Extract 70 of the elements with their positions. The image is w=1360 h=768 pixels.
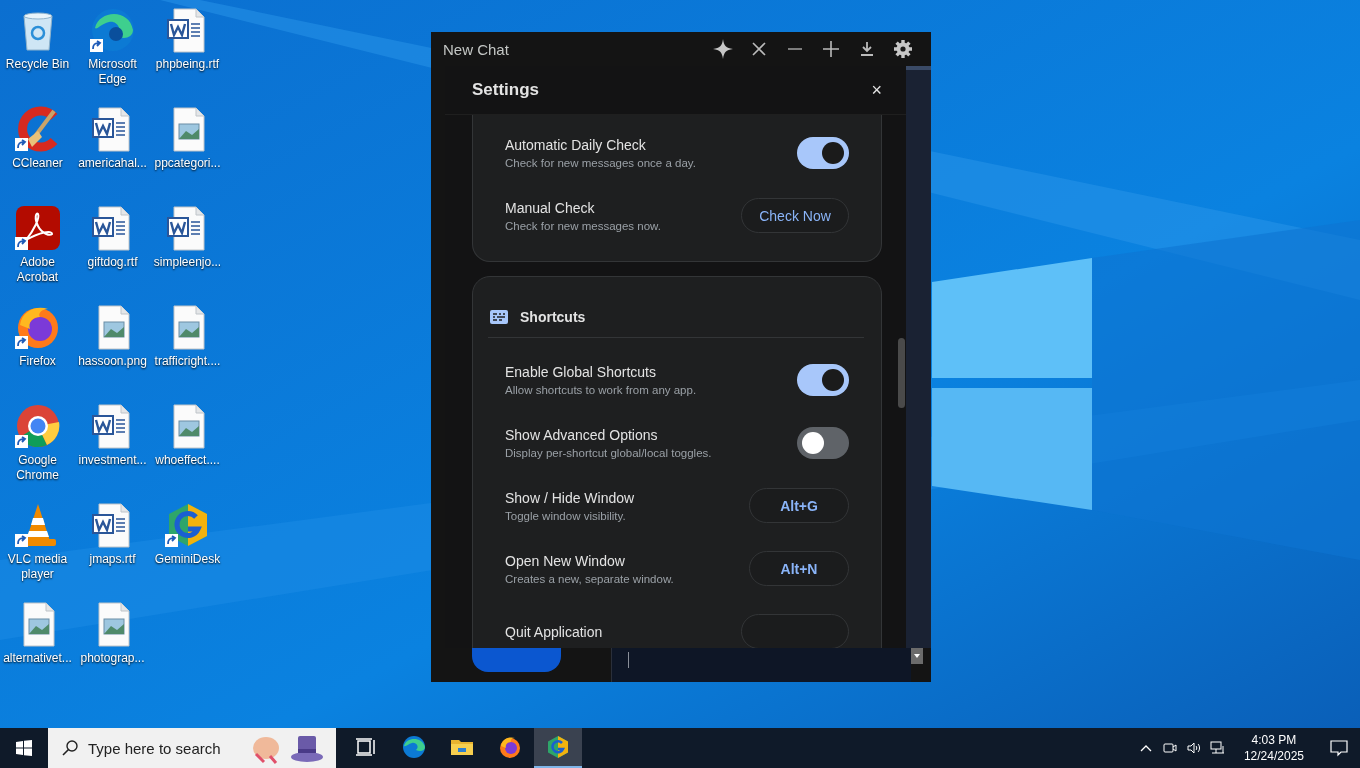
clock-time: 4:03 PM (1251, 732, 1297, 748)
speaker-icon[interactable] (1185, 740, 1202, 756)
section-title: Shortcuts (520, 309, 586, 325)
settings-icon[interactable] (893, 39, 913, 59)
setting-title: Automatic Daily Check (505, 136, 647, 153)
setting-description: Allow shortcuts to work from any app. (505, 383, 697, 396)
search-field[interactable]: Type here to search (48, 728, 336, 768)
setting-description: Creates a new, separate window. (505, 572, 674, 585)
clock[interactable]: 4:03 PM 12/24/2025 (1243, 732, 1304, 764)
icon-label: alternativet... (2, 651, 73, 666)
keyboard-icon (490, 310, 508, 324)
camera-icon[interactable] (1161, 740, 1178, 756)
window-title: New Chat (443, 40, 509, 58)
network-icon[interactable] (1209, 740, 1226, 756)
sparkle-icon[interactable] (713, 39, 733, 59)
check-now-button[interactable]: Check Now (741, 198, 849, 233)
chrome-icon[interactable] (13, 402, 62, 450)
edge-icon[interactable] (88, 6, 137, 54)
icon-label: giftdog.rtf (86, 255, 139, 270)
icon-label: VLC media player (6, 552, 69, 582)
setting-title: Show / Hide Window (505, 489, 635, 506)
plus-icon[interactable] (821, 39, 841, 59)
toggle-switch[interactable] (797, 136, 849, 169)
toggle-switch[interactable] (797, 426, 849, 459)
search-icon (62, 740, 78, 756)
icon-label: simpleenjo... (152, 255, 223, 270)
message-input[interactable] (611, 648, 911, 682)
setting-description: Toggle window visibility. (505, 509, 627, 522)
setting-title: Open New Window (505, 552, 626, 569)
icon-label: Adobe Acrobat (15, 255, 60, 285)
setting-description: Check for new messages once a day. (505, 156, 696, 169)
icon-label: Microsoft Edge (87, 57, 138, 87)
icon-label: whoeffect.... (154, 453, 221, 468)
setting-description: Display per-shortcut global/local toggles. (505, 446, 712, 459)
close-button[interactable]: × (867, 79, 886, 101)
shortcut-button[interactable]: Alt+G (749, 488, 849, 523)
icon-label: jmaps.rtf (88, 552, 137, 567)
action-button[interactable] (472, 648, 561, 672)
icon-label: GeminiDesk (153, 552, 222, 567)
windows-start-icon[interactable] (16, 740, 32, 756)
scrollbar-thumb[interactable] (898, 338, 905, 408)
settings-title: Settings (472, 80, 540, 100)
icon-label: hassoon.png (77, 354, 148, 369)
toggle-switch[interactable] (797, 363, 849, 396)
icon-label: Google Chrome (15, 453, 60, 483)
setting-title: Enable Global Shortcuts (505, 363, 657, 380)
setting-title: Manual Check (505, 199, 596, 216)
icon-label: trafficright.... (153, 354, 222, 369)
scroll-down-icon[interactable] (911, 648, 923, 664)
icon-label: Firefox (18, 354, 57, 369)
clock-date: 12/24/2025 (1243, 748, 1304, 764)
setting-title: Show Advanced Options (505, 426, 659, 443)
icon-label: phpbeing.rtf (154, 57, 221, 72)
notification-icon[interactable] (1330, 739, 1348, 757)
icon-label: investment... (77, 453, 148, 468)
g-logo-icon (546, 735, 570, 759)
setting-description: Check for new messages now. (505, 219, 661, 232)
icon-label: photograp... (79, 651, 146, 666)
icon-label: ppcategori... (153, 156, 222, 171)
acrobat-icon[interactable] (13, 204, 62, 252)
icon-label: CCleaner (11, 156, 64, 171)
shortcut-button[interactable]: Alt+N (749, 551, 849, 586)
edge-icon (402, 735, 426, 759)
icon-label: Recycle Bin (4, 57, 71, 72)
active-app-button[interactable] (534, 728, 582, 768)
task-view-icon (354, 735, 378, 759)
firefox-icon (498, 735, 522, 759)
check-now-button[interactable] (741, 614, 849, 648)
icon-label: americahal... (77, 156, 148, 171)
setting-title: Quit Application (505, 623, 603, 640)
